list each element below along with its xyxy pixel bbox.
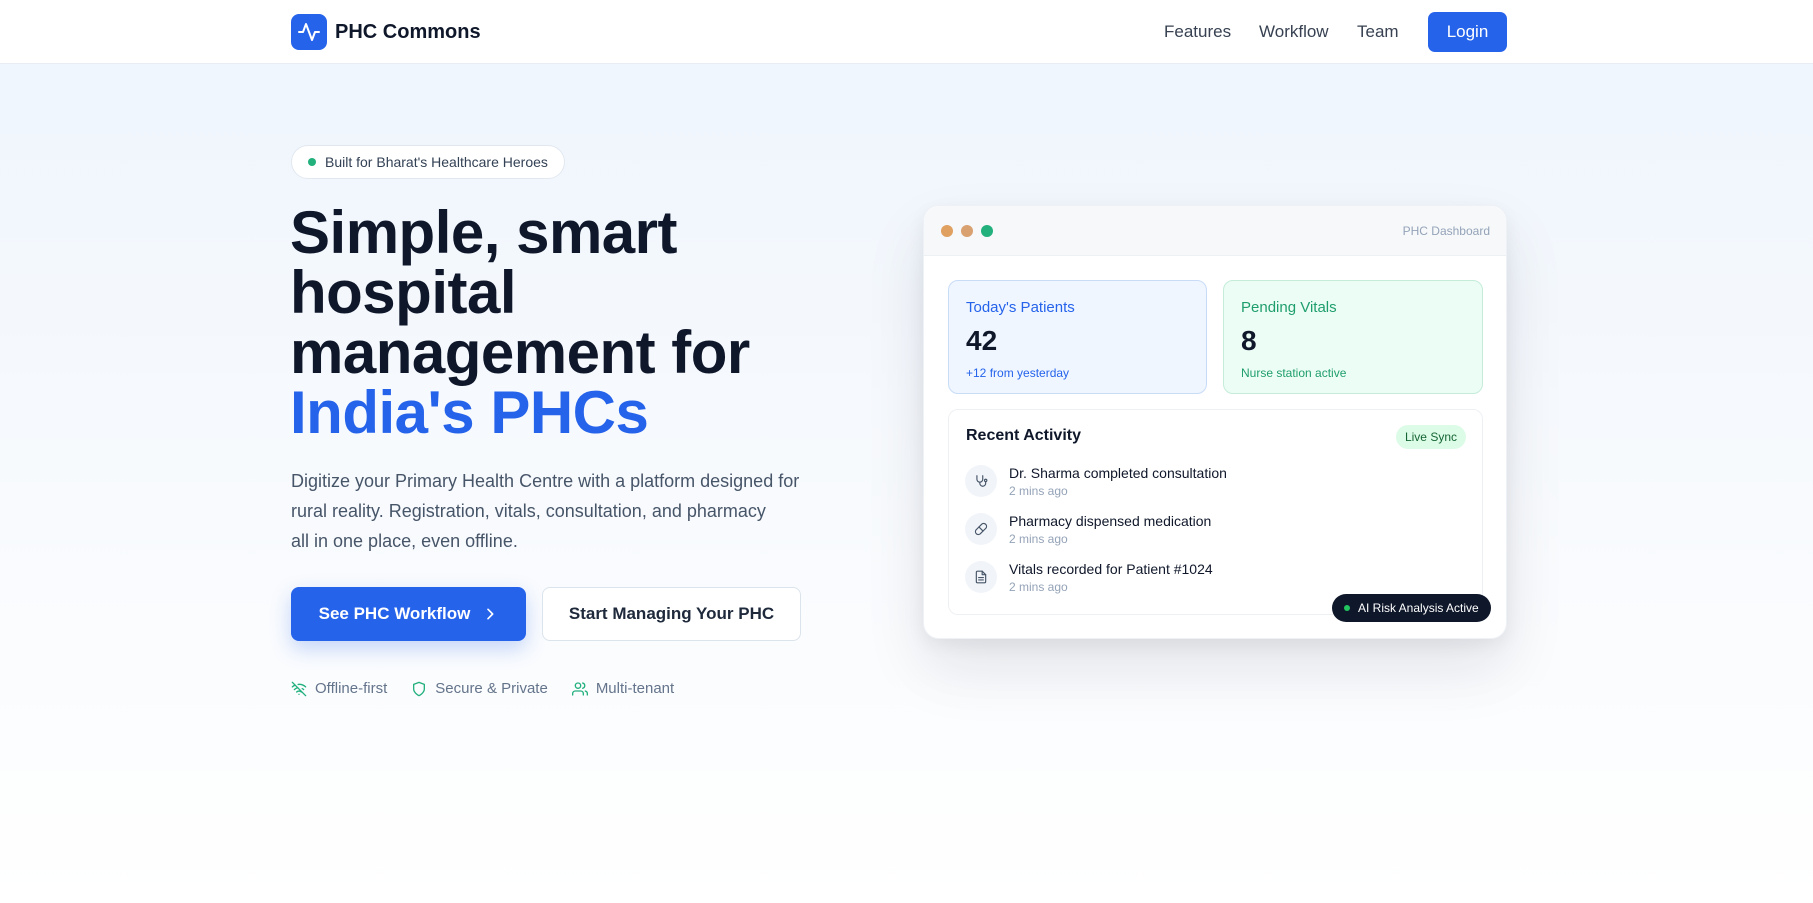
wifi-off-icon [291, 681, 307, 696]
nav-link-features[interactable]: Features [1164, 22, 1231, 42]
ai-risk-badge: AI Risk Analysis Active [1332, 594, 1491, 622]
window-dot-icon [941, 225, 953, 237]
activity-time: 2 mins ago [1009, 580, 1068, 594]
stat-sub: +12 from yesterday [966, 366, 1070, 380]
stat-label: Today's Patients [966, 299, 1075, 316]
stat-value: 8 [1241, 325, 1257, 356]
live-sync-badge: Live Sync [1395, 425, 1466, 449]
feature-offline-label: Offline-first [315, 680, 388, 697]
feature-multitenant: Multi-tenant [571, 680, 675, 697]
activity-text: Dr. Sharma completed consultation [1009, 465, 1227, 481]
status-dot-icon [308, 158, 316, 166]
brand-name: PHC Commons [335, 20, 481, 43]
list-item: Vitals recorded for Patient #1024 2 mins… [965, 561, 1213, 594]
see-workflow-button[interactable]: See PHC Workflow [291, 587, 526, 641]
feature-list: Offline-first Secure & Private Multi-ten… [291, 680, 674, 697]
window-dot-icon [961, 225, 973, 237]
stat-sub: Nurse station active [1241, 366, 1347, 380]
users-icon [571, 681, 588, 696]
brand[interactable]: PHC Commons [291, 14, 481, 50]
activity-time: 2 mins ago [1009, 532, 1068, 546]
start-managing-button[interactable]: Start Managing Your PHC [542, 587, 801, 641]
site-header: PHC Commons Features Workflow Team Login [0, 0, 1813, 64]
subtitle-line-1: Digitize your Primary Health Centre with… [291, 471, 800, 491]
nav-link-workflow[interactable]: Workflow [1259, 22, 1329, 42]
stat-card-patients: Today's Patients 42 +12 from yesterday [948, 280, 1207, 394]
activity-text: Pharmacy dispensed medication [1009, 513, 1212, 529]
subtitle-line-2: rural reality. Registration, vitals, con… [291, 501, 766, 521]
shield-icon [413, 681, 426, 696]
ai-risk-label: AI Risk Analysis Active [1358, 601, 1479, 615]
nav-item-workflow[interactable]: Workflow [1259, 0, 1329, 64]
login-button[interactable]: Login [1428, 12, 1507, 52]
status-dot-icon [1344, 605, 1350, 611]
pill-icon [965, 513, 997, 545]
subtitle-line-3: all in one place, even offline. [291, 531, 518, 551]
nav-item-team[interactable]: Team [1357, 0, 1399, 64]
activity-pulse-icon [291, 14, 327, 50]
stethoscope-icon [965, 465, 997, 497]
stat-label: Pending Vitals [1241, 299, 1337, 316]
dashboard-title: PHC Dashboard [1402, 224, 1490, 238]
feature-offline: Offline-first [291, 680, 387, 697]
recent-activity-panel: Recent Activity Live Sync Dr. Sharma com… [948, 409, 1483, 615]
nav-item-features[interactable]: Features [1164, 0, 1231, 64]
hero-badge: Built for Bharat's Healthcare Heroes [291, 145, 565, 179]
activity-title: Recent Activity [966, 427, 1081, 444]
headline-accent: India's PHCs [290, 379, 649, 446]
feature-secure: Secure & Private [411, 680, 548, 697]
headline-line-2: hospital [290, 259, 517, 326]
hero-subtitle: Digitize your Primary Health Centre with… [291, 466, 811, 556]
stat-card-vitals: Pending Vitals 8 Nurse station active [1223, 280, 1483, 394]
hero-badge-text: Built for Bharat's Healthcare Heroes [325, 154, 548, 170]
file-text-icon [965, 561, 997, 593]
feature-secure-label: Secure & Private [435, 680, 548, 697]
list-item: Pharmacy dispensed medication 2 mins ago [965, 513, 1211, 546]
nav-link-team[interactable]: Team [1357, 22, 1399, 42]
headline-line-1: Simple, smart [290, 199, 678, 266]
activity-time: 2 mins ago [1009, 484, 1068, 498]
window-dot-icon [981, 225, 993, 237]
stat-value: 42 [966, 325, 998, 356]
page-title: Simple, smart hospital management for In… [290, 203, 850, 443]
window-titlebar: PHC Dashboard [924, 206, 1506, 256]
chevron-right-icon [482, 606, 498, 622]
list-item: Dr. Sharma completed consultation 2 mins… [965, 465, 1227, 498]
feature-multitenant-label: Multi-tenant [595, 680, 675, 697]
headline-line-3: management for [290, 319, 750, 386]
activity-text: Vitals recorded for Patient #1024 [1009, 561, 1213, 577]
see-workflow-label: See PHC Workflow [318, 604, 471, 623]
dashboard-preview: PHC Dashboard Today's Patients 42 +12 fr… [923, 205, 1507, 639]
